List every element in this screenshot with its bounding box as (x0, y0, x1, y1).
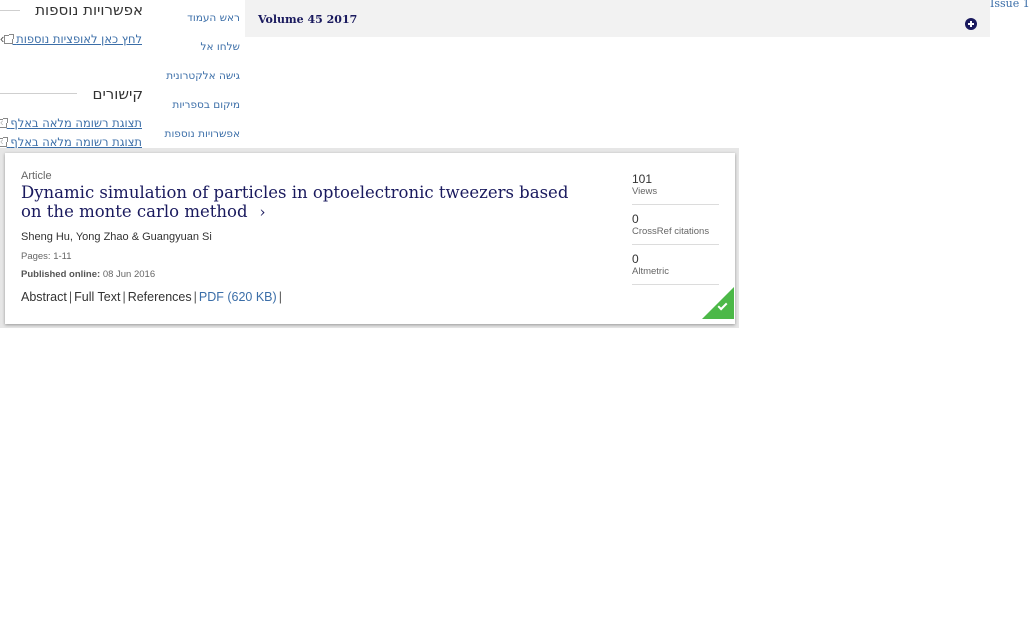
volume-title[interactable]: Volume 45 2017 (258, 13, 357, 26)
external-link-icon (0, 118, 8, 128)
references-link[interactable]: References (128, 290, 192, 304)
article-title-link[interactable]: Dynamic simulation of particles in optoe… (21, 183, 581, 222)
link-separator: | (122, 290, 126, 304)
nav-item-more-options[interactable]: אפשרויות נוספות (165, 128, 240, 140)
metric-crossref: 0 CrossRef citations (632, 213, 719, 245)
nav-item-electronic-access[interactable]: גישה אלקטרונית (166, 70, 240, 82)
pdf-link[interactable]: PDF (620 KB) (199, 290, 277, 304)
link-separator: | (193, 290, 197, 304)
article-title[interactable]: Dynamic simulation of particles in optoe… (21, 183, 568, 221)
metric-value: 0 (632, 212, 639, 226)
sidebar-link-label: תצוגת רשומה מלאה באלף (10, 135, 142, 149)
sidebar-link-label: תצוגת רשומה מלאה באלף (10, 116, 142, 130)
metric-views: 101 Views (632, 173, 719, 205)
links-heading: קישורים (92, 85, 144, 103)
links-divider (0, 93, 77, 94)
published-label: Published online: (21, 269, 101, 280)
metric-label: CrossRef citations (632, 226, 710, 237)
external-link-icon (3, 34, 14, 44)
article-pages: Pages: 1-11 (21, 251, 72, 262)
chevron-right-icon[interactable]: › (260, 203, 266, 221)
metric-label: Altmetric (632, 266, 669, 277)
nav-item-top-of-page[interactable]: ראש העמוד (187, 12, 240, 24)
sidebar-link-full-record[interactable]: תצוגת רשומה מלאה באלף (0, 116, 142, 130)
heading-divider (0, 10, 20, 11)
more-options-link[interactable]: לחץ כאן לאופציות נוספות (1, 32, 142, 46)
sidebar-link-full-record[interactable]: תצוגת רשומה מלאה באלף (0, 135, 142, 149)
full-text-link[interactable]: Full Text (74, 290, 120, 304)
nav-item-library-location[interactable]: מיקום בספריות (172, 99, 240, 111)
metric-label: Views (632, 186, 658, 197)
article-type: Article (21, 170, 52, 182)
metric-value: 101 (632, 172, 653, 186)
published-online: Published online: 08 Jun 2016 (21, 269, 155, 280)
metric-value: 0 (632, 252, 639, 266)
external-link-icon (0, 137, 8, 147)
more-options-link-label: לחץ כאן לאופציות נוספות (16, 32, 142, 46)
metric-altmetric: 0 Altmetric (632, 253, 719, 285)
issue-label[interactable]: Issue 1 (990, 0, 1030, 10)
link-separator: | (68, 290, 73, 304)
article-links: Abstract | Full Text | References | PDF (620 K… (21, 290, 284, 304)
more-options-heading: אפשרויות נוספות (35, 1, 143, 19)
abstract-link[interactable]: Abstract (21, 290, 67, 304)
article-card: Article Dynamic simulation of particles … (5, 153, 735, 324)
link-separator: | (278, 290, 282, 304)
plus-circle-icon[interactable] (965, 18, 977, 30)
nav-item-send-to[interactable]: שלחו אל (201, 41, 240, 53)
access-badge (702, 287, 734, 319)
published-date: 08 Jun 2016 (102, 269, 156, 280)
article-authors: Sheng Hu, Yong Zhao & Guangyuan Si (21, 231, 212, 243)
